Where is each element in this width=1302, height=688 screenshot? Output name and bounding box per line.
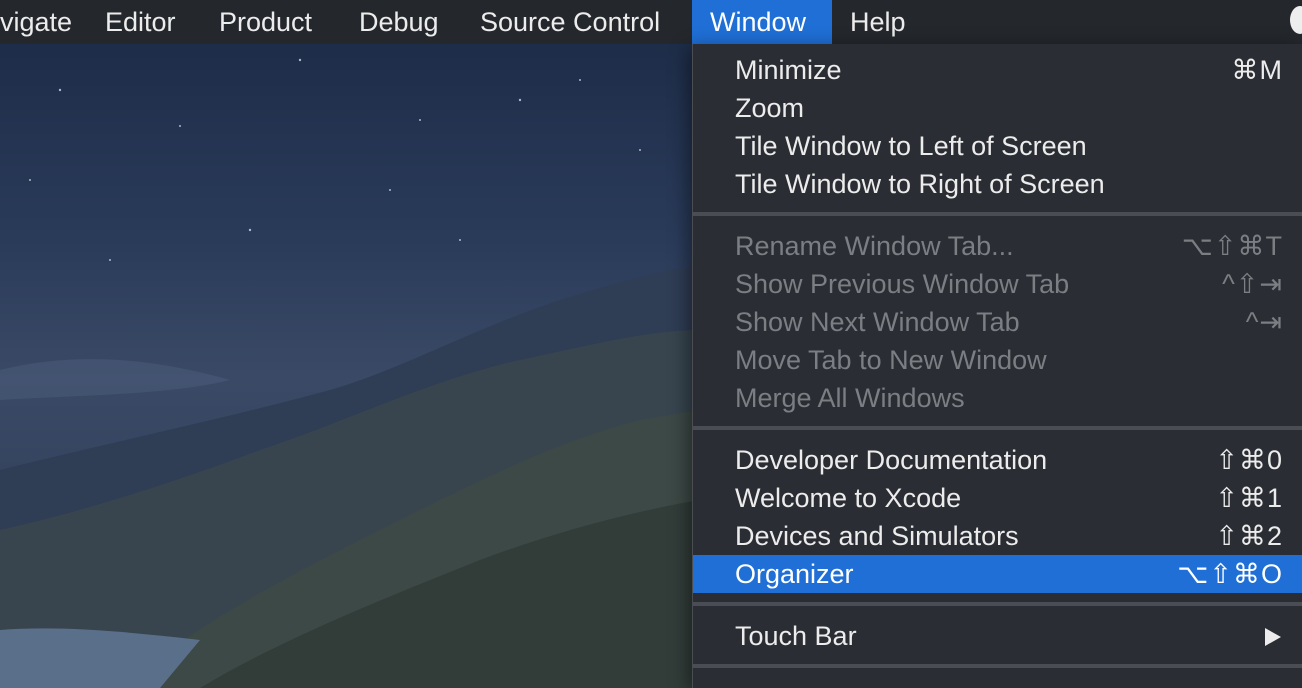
window-menu-dropdown: Minimize ⌘M Zoom Tile Window to Left of … (692, 44, 1302, 688)
menu-item-devices-and-simulators[interactable]: Devices and Simulators ⇧⌘2 (693, 517, 1302, 555)
menu-item-tile-right[interactable]: Tile Window to Right of Screen (693, 165, 1302, 203)
menu-item-label: Show Previous Window Tab (735, 269, 1070, 299)
menu-item-shortcut: ⌥⇧⌘O (1177, 559, 1283, 589)
menu-item-shortcut: ⌥⇧⌘T (1181, 231, 1283, 261)
menu-item-label: Merge All Windows (735, 383, 965, 413)
menu-item-label: Welcome to Xcode (735, 483, 962, 513)
menubar-item-help[interactable]: Help (832, 0, 924, 44)
menu-separator (693, 664, 1302, 668)
menubar-item-editor[interactable]: Editor (87, 0, 194, 44)
menubar-item-product[interactable]: Product (201, 0, 330, 44)
menu-item-label: Move Tab to New Window (735, 345, 1047, 375)
menu-item-developer-documentation[interactable]: Developer Documentation ⇧⌘0 (693, 441, 1302, 479)
menu-item-label: Developer Documentation (735, 445, 1048, 475)
menubar-item-navigate[interactable]: vigate (0, 0, 90, 44)
menu-item-label: Devices and Simulators (735, 521, 1019, 551)
menubar-item-debug[interactable]: Debug (341, 0, 457, 44)
menu-item-label: Zoom (735, 93, 805, 123)
speech-bubble-icon[interactable] (1290, 6, 1302, 34)
menu-item-welcome-to-xcode[interactable]: Welcome to Xcode ⇧⌘1 (693, 479, 1302, 517)
menu-separator (693, 602, 1302, 606)
menu-item-rename-window-tab: Rename Window Tab... ⌥⇧⌘T (693, 227, 1302, 265)
menu-item-show-next-window-tab: Show Next Window Tab ^⇥ (693, 303, 1302, 341)
menu-item-label: Minimize (735, 55, 842, 85)
menu-item-label: Show Next Window Tab (735, 307, 1020, 337)
menu-item-touch-bar[interactable]: Touch Bar (693, 617, 1302, 655)
menu-item-zoom[interactable]: Zoom (693, 89, 1302, 127)
menu-item-shortcut: ^⇥ (1245, 307, 1283, 337)
menu-item-shortcut: ⌘M (1231, 55, 1283, 85)
menu-item-show-previous-window-tab: Show Previous Window Tab ^⇧⇥ (693, 265, 1302, 303)
menu-item-tile-left[interactable]: Tile Window to Left of Screen (693, 127, 1302, 165)
menu-item-shortcut: ⇧⌘0 (1215, 445, 1283, 475)
menu-item-label: Tile Window to Right of Screen (735, 169, 1105, 199)
menu-item-minimize[interactable]: Minimize ⌘M (693, 51, 1302, 89)
menu-item-label: Touch Bar (735, 621, 857, 651)
menu-item-shortcut: ^⇧⇥ (1222, 269, 1283, 299)
menu-item-shortcut: ⇧⌘1 (1215, 483, 1283, 513)
menu-item-merge-all-windows: Merge All Windows (693, 379, 1302, 417)
menu-item-shortcut: ⇧⌘2 (1215, 521, 1283, 551)
menu-bar: vigate Editor Product Debug Source Contr… (0, 0, 1302, 44)
menu-item-organizer[interactable]: Organizer ⌥⇧⌘O (693, 555, 1302, 593)
menu-item-label: Rename Window Tab... (735, 231, 1014, 261)
menu-separator (693, 426, 1302, 430)
menubar-item-source-control[interactable]: Source Control (462, 0, 678, 44)
menu-separator (693, 212, 1302, 216)
menu-item-label: Tile Window to Left of Screen (735, 131, 1087, 161)
right-triangle-icon (1265, 628, 1281, 646)
menu-item-move-tab-to-new-window: Move Tab to New Window (693, 341, 1302, 379)
menubar-item-window[interactable]: Window (692, 0, 832, 44)
menu-item-label: Organizer (735, 559, 854, 589)
